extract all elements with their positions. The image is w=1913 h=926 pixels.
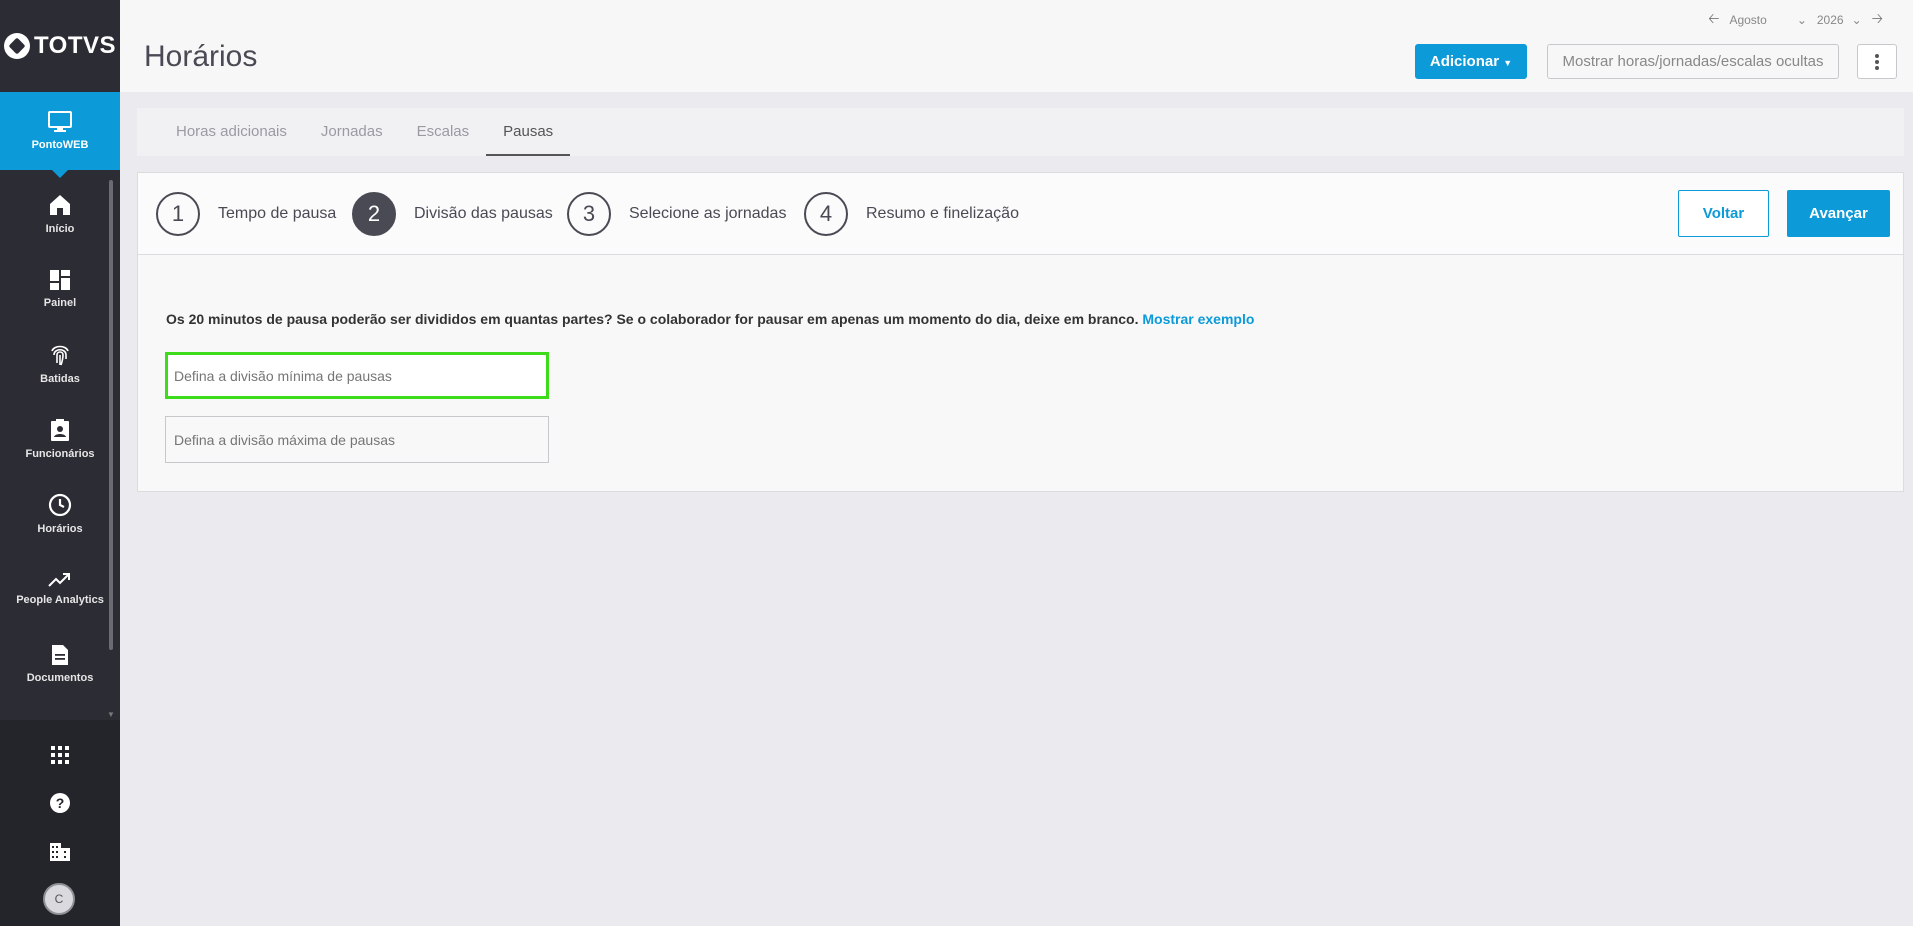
apps-grid-icon[interactable] <box>47 742 73 768</box>
sidebar-item-funcionarios[interactable]: Funcionários <box>0 401 120 476</box>
sidebar-item-inicio[interactable]: Início <box>0 176 120 251</box>
brand-logo[interactable]: TOTVS <box>0 0 120 92</box>
pause-division-question: Os 20 minutos de pausa poderão ser divid… <box>166 311 1254 327</box>
logo-text: TOTVS <box>33 32 117 59</box>
year-select[interactable]: 2026 ⌄ <box>1817 13 1862 27</box>
svg-text:?: ? <box>56 795 65 811</box>
arrow-right-icon[interactable]: 🡢 <box>1872 8 1883 32</box>
show-hidden-button[interactable]: Mostrar horas/jornadas/escalas ocultas <box>1547 44 1839 79</box>
add-button-label: Adicionar <box>1429 53 1500 70</box>
page-title: Horários <box>144 40 258 73</box>
user-avatar[interactable]: C <box>43 883 75 915</box>
next-button[interactable]: Avançar <box>1787 190 1890 237</box>
document-icon <box>52 644 68 665</box>
step-number: 2 <box>352 192 396 236</box>
badge-icon <box>51 418 69 441</box>
max-division-input[interactable] <box>165 416 549 463</box>
min-division-input[interactable] <box>165 352 549 399</box>
chevron-down-icon: ⌄ <box>1851 13 1862 27</box>
sidebar-item-label: Batidas <box>40 372 80 385</box>
sidebar-item-label: Painel <box>43 296 77 309</box>
sidebar-item-label: Funcionários <box>25 447 95 460</box>
sidebar-item-horarios[interactable]: Horários <box>0 476 120 551</box>
tab-escalas[interactable]: Escalas <box>400 108 487 156</box>
home-icon <box>50 194 70 215</box>
date-navigator: 🡠 Agosto ⌄ 2026 ⌄ 🡢 <box>1708 8 1883 32</box>
sidebar-item-label: Documentos <box>26 671 94 684</box>
month-value: Agosto <box>1729 13 1767 27</box>
step-label: Selecione as jornadas <box>629 205 787 222</box>
building-icon[interactable] <box>47 838 73 864</box>
sidebar-scrollbar[interactable] <box>109 180 113 650</box>
clock-icon <box>48 493 72 516</box>
question-text: Os 20 minutos de pausa poderão ser divid… <box>166 311 1139 327</box>
wizard-card: 1 Tempo de pausa 2 Divisão das pausas 3 … <box>137 172 1904 492</box>
month-select[interactable]: Agosto ⌄ <box>1729 13 1806 27</box>
step-4: 4 Resumo e finelização <box>804 192 1019 236</box>
step-3: 3 Selecione as jornadas <box>567 192 786 236</box>
step-label: Tempo de pausa <box>218 205 337 222</box>
step-2: 2 Divisão das pausas <box>352 192 553 236</box>
add-button[interactable]: Adicionar ▼ <box>1415 44 1527 79</box>
back-button[interactable]: Voltar <box>1678 190 1769 237</box>
sidebar-item-label: Horários <box>37 522 83 535</box>
sidebar-item-people-analytics[interactable]: People Analytics <box>0 551 120 626</box>
chevron-down-icon: ⌄ <box>1796 13 1807 27</box>
more-vertical-icon <box>1875 53 1879 70</box>
show-example-link[interactable]: Mostrar exemplo <box>1142 311 1254 327</box>
year-value: 2026 <box>1816 13 1844 27</box>
step-label: Resumo e finelização <box>866 205 1019 222</box>
step-number: 4 <box>804 192 848 236</box>
wizard-stepper: 1 Tempo de pausa 2 Divisão das pausas 3 … <box>138 173 1903 255</box>
sidebar-app-label: PontoWEB <box>31 139 89 151</box>
step-1: 1 Tempo de pausa <box>156 192 336 236</box>
sidebar-item-label: Início <box>45 222 75 235</box>
dashboard-icon <box>50 269 70 290</box>
scroll-down-icon[interactable]: ▼ <box>107 710 115 719</box>
step-number: 1 <box>156 192 200 236</box>
fingerprint-icon <box>51 345 69 365</box>
step-label: Divisão das pausas <box>414 205 553 222</box>
caret-down-icon: ▼ <box>1503 58 1513 68</box>
monitor-icon <box>48 111 72 132</box>
arrow-left-icon[interactable]: 🡠 <box>1708 8 1719 32</box>
sidebar-item-painel[interactable]: Painel <box>0 251 120 326</box>
sidebar-item-batidas[interactable]: Batidas <box>0 326 120 401</box>
sidebar-app-pontoweb[interactable]: PontoWEB <box>0 92 120 178</box>
tab-horas-adicionais[interactable]: Horas adicionais <box>159 108 304 156</box>
sidebar: TOTVS PontoWEB Início Painel Batidas Fun… <box>0 0 120 926</box>
page-header: Horários 🡠 Agosto ⌄ 2026 ⌄ 🡢 Adicionar ▼ M… <box>120 0 1913 92</box>
tab-jornadas[interactable]: Jornadas <box>304 108 400 156</box>
tab-pausas[interactable]: Pausas <box>486 108 571 156</box>
tabs-bar: Horas adicionais Jornadas Escalas Pausas <box>137 108 1904 156</box>
step-number: 3 <box>567 192 611 236</box>
trending-icon <box>48 572 70 587</box>
totvs-logo-icon <box>3 33 30 59</box>
sidebar-item-documentos[interactable]: Documentos <box>0 626 120 701</box>
more-options-button[interactable] <box>1857 44 1897 79</box>
help-icon[interactable]: ? <box>47 790 73 816</box>
sidebar-item-label: People Analytics <box>16 593 104 606</box>
